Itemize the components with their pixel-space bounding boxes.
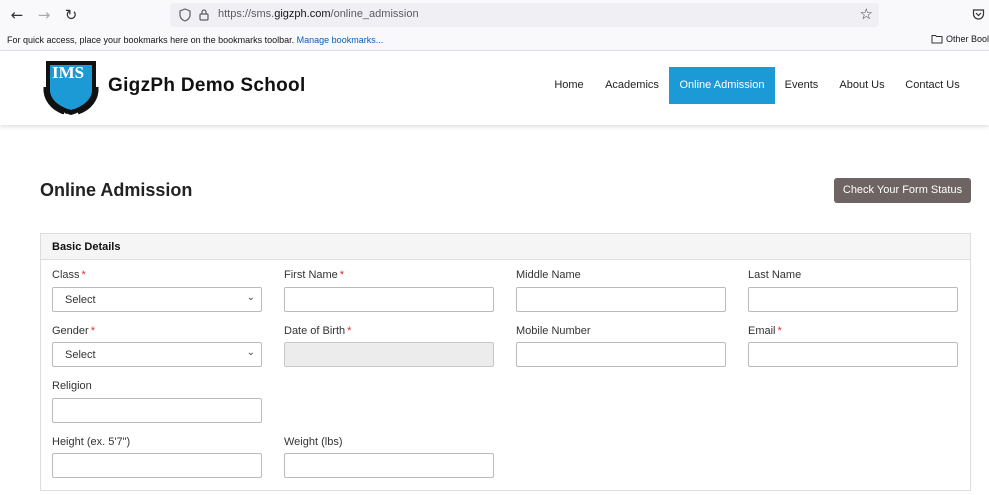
religion-label: Religion — [52, 380, 92, 392]
dob-label: Date of Birth * — [284, 325, 352, 337]
logo-text: IMS — [52, 63, 85, 82]
nav-about-us[interactable]: About Us — [834, 67, 890, 104]
nav-academics[interactable]: Academics — [599, 67, 665, 104]
chevron-down-icon: ⌄ — [246, 292, 255, 303]
address-bar[interactable]: https://sms.gigzph.com/online_admission … — [170, 3, 879, 27]
bookmarks-toolbar: For quick access, place your bookmarks h… — [0, 30, 989, 51]
chevron-down-icon: ⌄ — [246, 347, 255, 358]
height-input[interactable] — [52, 453, 262, 478]
site-header: IMS 2016 GigzPh Demo School Home Academi… — [0, 51, 989, 125]
nav-online-admission[interactable]: Online Admission — [669, 67, 775, 104]
panel-title: Basic Details — [52, 241, 121, 253]
bookmarks-hint: For quick access, place your bookmarks h… — [7, 35, 384, 45]
weight-label: Weight (lbs) — [284, 436, 343, 448]
lock-icon — [199, 9, 209, 21]
folder-icon — [931, 35, 943, 44]
middle-name-input[interactable] — [516, 287, 726, 312]
browser-toolbar: ← → ↻ https://sms.gigzph.com/online_admi… — [0, 0, 989, 30]
religion-input[interactable] — [52, 398, 262, 423]
last-name-input[interactable] — [748, 287, 958, 312]
weight-input[interactable] — [284, 453, 494, 478]
check-form-status-button[interactable]: Check Your Form Status — [834, 178, 971, 203]
first-name-input[interactable] — [284, 287, 494, 312]
forward-arrow-icon[interactable]: → — [34, 5, 54, 25]
first-name-label: First Name * — [284, 269, 345, 281]
height-label: Height (ex. 5'7") — [52, 436, 131, 448]
other-bookmarks[interactable]: Other Bool — [931, 34, 989, 44]
page-title: Online Admission — [40, 180, 193, 200]
reload-icon[interactable]: ↻ — [61, 5, 81, 25]
email-input[interactable] — [748, 342, 958, 367]
gender-select[interactable]: Select ⌄ — [52, 342, 262, 367]
class-label: Class * — [52, 269, 86, 281]
school-name[interactable]: GigzPh Demo School — [108, 75, 306, 97]
email-label: Email * — [748, 325, 782, 337]
star-icon[interactable]: ☆ — [860, 5, 873, 23]
back-arrow-icon[interactable]: ← — [7, 5, 27, 25]
mobile-input[interactable] — [516, 342, 726, 367]
nav-home[interactable]: Home — [548, 67, 590, 104]
shield-icon — [179, 8, 191, 22]
mobile-label: Mobile Number — [516, 325, 591, 337]
middle-name-label: Middle Name — [516, 269, 581, 281]
panel-header: Basic Details — [41, 234, 970, 260]
last-name-label: Last Name — [748, 269, 802, 281]
class-select[interactable]: Select ⌄ — [52, 287, 262, 312]
nav-events[interactable]: Events — [779, 67, 824, 104]
nav-contact-us[interactable]: Contact Us — [900, 67, 965, 104]
pocket-icon[interactable] — [972, 8, 985, 21]
manage-bookmarks-link[interactable]: Manage bookmarks... — [297, 35, 384, 45]
logo-year: 2016 — [61, 108, 75, 116]
dob-input[interactable] — [284, 342, 494, 367]
basic-details-panel: Basic Details Class * Select ⌄ First Name… — [40, 233, 971, 491]
gender-label: Gender * — [52, 325, 95, 337]
url-text: https://sms.gigzph.com/online_admission — [218, 8, 419, 20]
